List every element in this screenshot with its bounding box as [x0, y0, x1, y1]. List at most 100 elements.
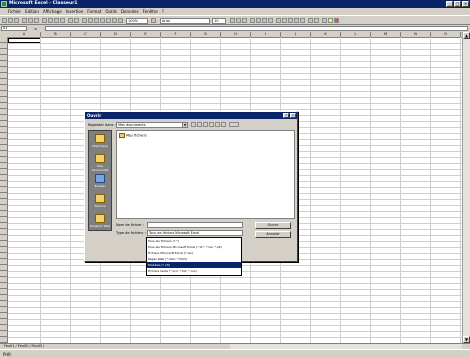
zoom-select[interactable]: 100%: [126, 18, 148, 24]
tools-menu-icon[interactable]: [229, 122, 239, 127]
spelling-icon[interactable]: [34, 18, 39, 23]
increase-decimal-icon[interactable]: [294, 18, 299, 23]
place-history[interactable]: Historique: [89, 132, 111, 152]
copy-icon[interactable]: [48, 18, 53, 23]
column-header-j[interactable]: J: [281, 32, 311, 37]
new-icon[interactable]: [2, 18, 7, 23]
save-icon[interactable]: [14, 18, 19, 23]
filename-input[interactable]: [147, 222, 243, 228]
column-header-m[interactable]: M: [371, 32, 401, 37]
menu-insertion[interactable]: Insertion: [66, 9, 84, 14]
sort-desc-icon[interactable]: [106, 18, 111, 23]
preview-icon[interactable]: [28, 18, 33, 23]
up-folder-icon[interactable]: [197, 122, 202, 127]
font-size-select[interactable]: 10: [212, 18, 226, 24]
help-icon[interactable]: [151, 18, 156, 23]
back-icon[interactable]: [191, 122, 196, 127]
formula-input[interactable]: [45, 26, 468, 31]
open-icon[interactable]: [8, 18, 13, 23]
format-painter-icon[interactable]: [60, 18, 65, 23]
redo-icon[interactable]: [74, 18, 79, 23]
delete-icon[interactable]: [209, 122, 214, 127]
menu-edition[interactable]: Edition: [25, 9, 39, 14]
drawing-icon[interactable]: [118, 18, 123, 23]
percent-icon[interactable]: [282, 18, 287, 23]
new-folder-icon[interactable]: [215, 122, 220, 127]
column-header-e[interactable]: E: [131, 32, 161, 37]
column-header-a[interactable]: A: [8, 32, 41, 37]
chevron-down-icon[interactable]: ▼: [182, 123, 187, 127]
decrease-decimal-icon[interactable]: [300, 18, 305, 23]
fill-color-icon[interactable]: [328, 18, 333, 23]
active-cell[interactable]: [8, 38, 41, 43]
look-in-select[interactable]: Mes documents ▼: [116, 122, 188, 128]
vertical-scrollbar[interactable]: ▲ ▼: [462, 32, 470, 343]
filetype-dropdown[interactable]: Tous les fichiers (*.*) Tous les fichier…: [146, 237, 242, 276]
file-list[interactable]: Mes fichiers: [116, 130, 295, 219]
merge-center-icon[interactable]: [268, 18, 273, 23]
increase-indent-icon[interactable]: [314, 18, 319, 23]
scroll-down-icon[interactable]: ▼: [463, 336, 470, 343]
undo-icon[interactable]: [68, 18, 73, 23]
menu-donnees[interactable]: Données: [121, 9, 139, 14]
favorites-icon: [95, 194, 105, 203]
menu-affichage[interactable]: Affichage: [43, 9, 62, 14]
sort-asc-icon[interactable]: [100, 18, 105, 23]
currency-icon[interactable]: [276, 18, 281, 23]
decrease-indent-icon[interactable]: [308, 18, 313, 23]
align-center-icon[interactable]: [256, 18, 261, 23]
chart-icon[interactable]: [112, 18, 117, 23]
autosum-icon[interactable]: [88, 18, 93, 23]
column-header-h[interactable]: H: [221, 32, 251, 37]
open-button[interactable]: Ouvrir: [255, 222, 291, 229]
column-header-c[interactable]: C: [71, 32, 101, 37]
maximize-button[interactable]: □: [454, 1, 461, 7]
place-my-documents[interactable]: Mes documents: [89, 152, 111, 172]
toolbar: 100% Arial 10: [0, 15, 470, 25]
dropdown-option[interactable]: Fichiers texte (*.prn; *.txt; *.csv): [147, 268, 241, 274]
name-box[interactable]: A1: [1, 26, 27, 31]
column-header-f[interactable]: F: [161, 32, 191, 37]
search-web-icon[interactable]: [203, 122, 208, 127]
close-button[interactable]: ×: [462, 1, 469, 7]
scroll-up-icon[interactable]: ▲: [463, 32, 470, 39]
filetype-select[interactable]: Tous les fichiers Microsoft Excel: [147, 230, 243, 236]
paste-icon[interactable]: [54, 18, 59, 23]
align-right-icon[interactable]: [262, 18, 267, 23]
column-header-b[interactable]: B: [41, 32, 71, 37]
column-header-n[interactable]: N: [401, 32, 431, 37]
column-header-g[interactable]: G: [191, 32, 221, 37]
print-icon[interactable]: [22, 18, 27, 23]
dialog-help-button[interactable]: ?: [283, 113, 289, 118]
views-icon[interactable]: [221, 122, 226, 127]
thousands-icon[interactable]: [288, 18, 293, 23]
column-header-d[interactable]: D: [101, 32, 131, 37]
menu-fichier[interactable]: Fichier: [8, 9, 21, 14]
column-header-l[interactable]: L: [341, 32, 371, 37]
font-select[interactable]: Arial: [160, 18, 210, 24]
cut-icon[interactable]: [42, 18, 47, 23]
column-header-o[interactable]: O: [431, 32, 461, 37]
dialog-close-button[interactable]: ×: [290, 113, 296, 118]
list-item[interactable]: Mes fichiers: [119, 133, 147, 138]
menu-format[interactable]: Format: [87, 9, 101, 14]
column-header-k[interactable]: K: [311, 32, 341, 37]
menu-outils[interactable]: Outils: [105, 9, 117, 14]
minimize-button[interactable]: _: [446, 1, 453, 7]
underline-icon[interactable]: [242, 18, 247, 23]
menu-fenetre[interactable]: Fenêtre: [143, 9, 158, 14]
column-gridline: [430, 37, 431, 343]
column-header-i[interactable]: I: [251, 32, 281, 37]
hyperlink-icon[interactable]: [82, 18, 87, 23]
italic-icon[interactable]: [236, 18, 241, 23]
place-desktop[interactable]: Bureau: [89, 172, 111, 192]
place-favorites[interactable]: Favoris: [89, 192, 111, 212]
align-left-icon[interactable]: [250, 18, 255, 23]
function-icon[interactable]: [94, 18, 99, 23]
cancel-button[interactable]: Annuler: [255, 231, 291, 238]
menu-help[interactable]: ?: [162, 9, 164, 14]
borders-icon[interactable]: [322, 18, 327, 23]
font-color-icon[interactable]: [334, 18, 339, 23]
place-web-folders[interactable]: Dossiers Web: [89, 212, 111, 232]
bold-icon[interactable]: [230, 18, 235, 23]
